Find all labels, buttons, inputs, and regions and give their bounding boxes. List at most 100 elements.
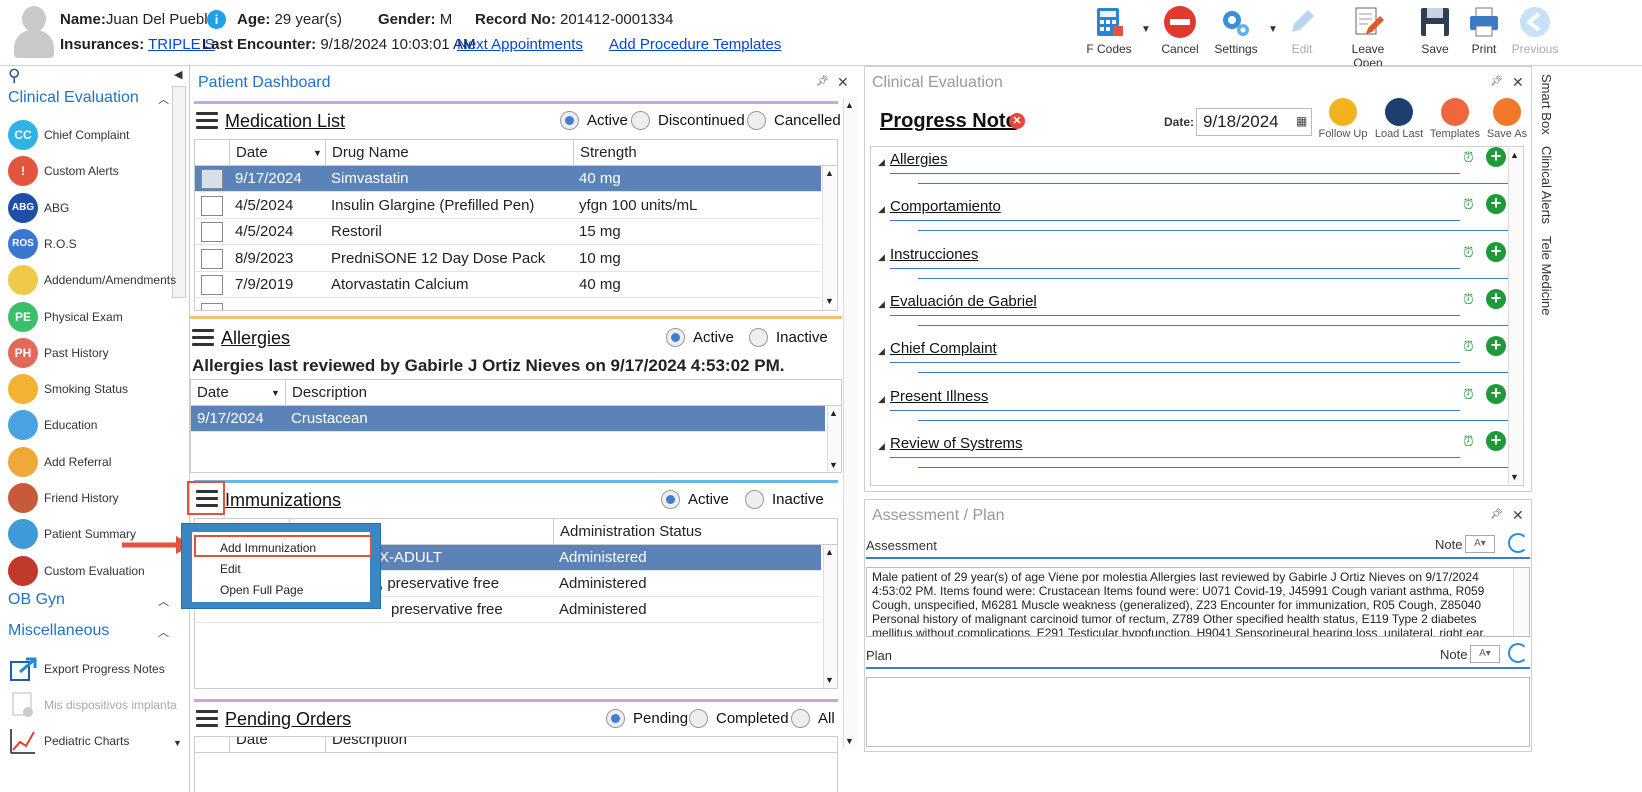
add-icon[interactable]: + <box>1486 336 1506 357</box>
note-section-title[interactable]: Present Illness <box>890 388 988 405</box>
add-icon[interactable]: + <box>1486 194 1506 215</box>
allergies-menu-icon[interactable] <box>192 329 214 346</box>
date-field[interactable]: 9/18/2024 <box>1196 108 1312 136</box>
pin-icon[interactable]: 📌︎ <box>1490 76 1503 87</box>
sidebar-item-physical-exam[interactable]: PE Physical Exam <box>8 300 123 334</box>
calendar-icon[interactable]: ▦ <box>1296 114 1307 128</box>
tab-clinical-alerts[interactable]: Clinical Alerts <box>1539 146 1554 224</box>
scroll-down-icon[interactable]: ▼ <box>825 296 834 306</box>
scroll-down-icon[interactable]: ▼ <box>845 736 854 746</box>
search-icon[interactable]: ⚲ <box>8 66 20 86</box>
alarm-clock-icon[interactable]: ⏰︎ <box>1463 291 1474 308</box>
table-row[interactable]: 4/5/2024 Insulin Glargine (Prefilled Pen)… <box>195 193 821 219</box>
row-checkbox[interactable] <box>201 195 223 216</box>
cancel-button[interactable]: Cancel <box>1148 4 1212 56</box>
pin-icon[interactable]: 📌︎ <box>1490 509 1503 520</box>
radio-medication-active[interactable]: Active <box>560 111 628 130</box>
scroll-up-icon[interactable]: ▲ <box>825 547 834 557</box>
add-icon[interactable]: + <box>1486 383 1506 404</box>
alarm-clock-icon[interactable]: ⏰︎ <box>1463 338 1474 355</box>
assessment-note-dropdown[interactable]: A▾ <box>1465 535 1495 553</box>
medication-scrollbar[interactable] <box>822 166 836 310</box>
next-appointments-link[interactable]: Next Appointments <box>457 36 583 53</box>
info-icon[interactable]: i <box>207 10 226 29</box>
column-header-strength[interactable]: Strength <box>573 140 821 166</box>
templates-button[interactable]: Templates <box>1427 98 1483 140</box>
scroll-up-icon[interactable]: ▲ <box>829 408 838 418</box>
scroll-down-icon[interactable]: ▼ <box>1510 472 1519 482</box>
radio-allergies-active[interactable]: Active <box>666 328 734 347</box>
radio-all[interactable]: All <box>791 709 835 728</box>
radio-immunizations-active[interactable]: Active <box>661 490 729 509</box>
sidebar-item-pediatric-charts[interactable]: Pediatric Charts <box>8 724 129 758</box>
scroll-up-icon[interactable]: ▲ <box>845 100 854 110</box>
medication-menu-icon[interactable] <box>196 112 218 129</box>
refresh-icon[interactable] <box>1508 643 1528 663</box>
row-checkbox[interactable] <box>201 303 223 310</box>
table-row[interactable]: 7/9/2019 Atorvastatin Calcium 40 mg <box>195 272 821 299</box>
sidebar-item-past-history[interactable]: PH Past History <box>8 336 109 370</box>
alarm-clock-icon[interactable]: ⏰︎ <box>1463 433 1474 450</box>
dashboard-scrollbar[interactable] <box>843 98 857 748</box>
sidebar-item-smoking-status[interactable]: Smoking Status <box>8 372 128 406</box>
section-ob-gyn[interactable]: OB Gyn ︿ <box>8 591 169 609</box>
sidebar-item-friend-history[interactable]: Friend History <box>8 481 119 515</box>
radio-medication-discontinued[interactable]: Discontinued <box>631 111 745 130</box>
tab-smart-box[interactable]: Smart Box <box>1539 74 1554 135</box>
sidebar-item-add-referral[interactable]: Add Referral <box>8 445 111 479</box>
scroll-down-icon[interactable]: ▼ <box>825 675 834 685</box>
expand-triangle-icon[interactable]: ◢ <box>878 299 885 310</box>
expand-triangle-icon[interactable]: ◢ <box>878 252 885 263</box>
expand-triangle-icon[interactable]: ◢ <box>878 394 885 405</box>
row-checkbox[interactable] <box>201 222 223 243</box>
sidebar-item-patient-summary[interactable]: Patient Summary <box>8 517 136 551</box>
add-icon[interactable]: + <box>1486 147 1506 167</box>
pending-orders-menu-icon[interactable] <box>196 710 218 727</box>
add-icon[interactable]: + <box>1486 241 1506 262</box>
row-checkbox[interactable] <box>201 169 223 189</box>
alarm-clock-icon[interactable]: ⏰︎ <box>1463 244 1474 261</box>
radio-allergies-inactive[interactable]: Inactive <box>749 328 828 347</box>
add-icon[interactable]: + <box>1486 430 1506 451</box>
radio-pending[interactable]: Pending <box>606 709 688 728</box>
column-header-administration-status[interactable]: Administration Status <box>553 519 823 545</box>
note-section-title[interactable]: Instrucciones <box>890 246 978 263</box>
sidebar-item-implant-devices[interactable]: Mis dispositivos implanta <box>8 688 177 722</box>
immunizations-scrollbar[interactable] <box>823 545 837 688</box>
assessment-scrollbar[interactable] <box>1513 568 1529 636</box>
sidebar-scroll-down-icon[interactable]: ▼ <box>173 738 182 748</box>
plan-textarea[interactable] <box>866 677 1530 747</box>
scroll-down-icon[interactable]: ▼ <box>829 460 838 470</box>
radio-completed[interactable]: Completed <box>689 709 789 728</box>
refresh-icon[interactable] <box>1508 533 1528 553</box>
table-row[interactable]: 4/5/2024 Restoril 15 mg <box>195 219 821 246</box>
sidebar-item-addendum-amendments[interactable]: Addendum/Amendments <box>8 263 176 297</box>
column-header-drug-name[interactable]: Drug Name <box>325 140 573 166</box>
expand-triangle-icon[interactable]: ◢ <box>878 441 885 452</box>
sidebar-item-chief-complaint[interactable]: CC Chief Complaint <box>8 118 129 152</box>
radio-medication-cancelled[interactable]: Cancelled <box>747 111 841 130</box>
expand-triangle-icon[interactable]: ◢ <box>878 346 885 357</box>
close-icon[interactable]: ✕ <box>1512 507 1524 524</box>
table-row[interactable] <box>195 300 837 310</box>
sort-down-icon[interactable]: ▼ <box>271 388 280 398</box>
immunizations-menu-icon[interactable] <box>196 490 218 507</box>
collapse-sidebar-icon[interactable]: ◀ <box>174 68 182 81</box>
row-checkbox[interactable] <box>201 275 223 296</box>
alarm-clock-icon[interactable]: ⏰︎ <box>1463 196 1474 213</box>
table-row[interactable]: 9/17/2024 Crustacean <box>191 406 825 432</box>
scroll-up-icon[interactable]: ▲ <box>1510 150 1519 160</box>
section-clinical-evaluation[interactable]: Clinical Evaluation ︿ <box>8 89 169 107</box>
assessment-textarea[interactable]: Male patient of 29 year(s) of age Viene … <box>866 567 1530 637</box>
edit-button[interactable]: Edit <box>1270 4 1334 56</box>
sidebar-item-abg[interactable]: ABG ABG <box>8 191 69 225</box>
alarm-clock-icon[interactable]: ⏰︎ <box>1463 149 1474 166</box>
fcodes-button[interactable]: F Codes <box>1077 4 1141 56</box>
sidebar-item-education[interactable]: Education <box>8 408 97 442</box>
column-header-date[interactable]: Date <box>229 737 327 753</box>
save-as-button[interactable]: Save As <box>1479 98 1535 140</box>
remove-note-icon[interactable]: ✕ <box>1009 113 1025 129</box>
column-header-description[interactable]: Description <box>325 737 625 753</box>
table-row[interactable]: 9/17/2024 Simvastatin 40 mg <box>195 166 821 192</box>
menu-item-open-full-page[interactable]: Open Full Page <box>220 583 303 597</box>
